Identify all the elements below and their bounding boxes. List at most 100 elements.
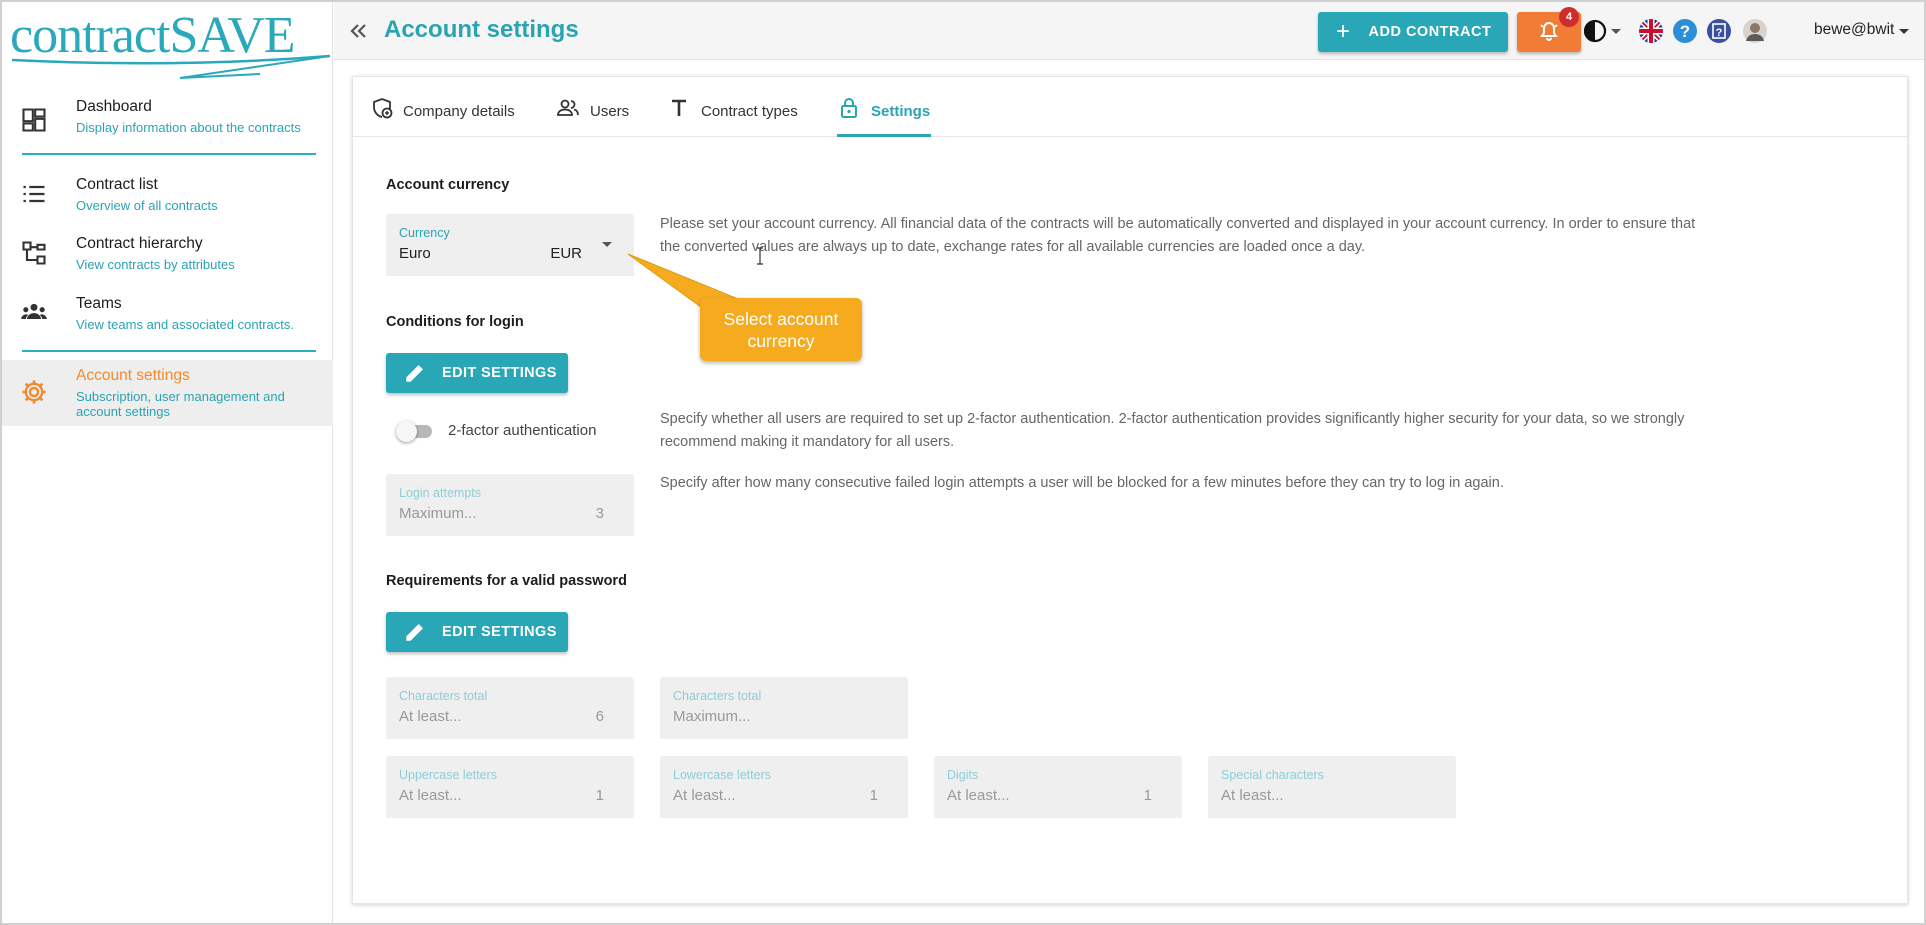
- toggle-knob: [396, 421, 417, 442]
- tab-company-details[interactable]: Company details: [371, 77, 521, 137]
- svg-text:?: ?: [1716, 27, 1723, 39]
- section-title-currency: Account currency: [386, 177, 510, 193]
- users-icon: [557, 99, 579, 116]
- field-value: 1: [869, 787, 878, 804]
- sidebar-item-contract-hierarchy[interactable]: Contract hierarchy View contracts by att…: [2, 227, 333, 289]
- sidebar-item-label: Teams: [76, 295, 122, 312]
- edit-settings-label: EDIT SETTINGS: [442, 365, 557, 381]
- text-cursor-icon: [757, 247, 763, 265]
- currency-label: Currency: [399, 226, 450, 240]
- settings-card: Company details Users Contract types Set…: [352, 76, 1909, 904]
- svg-text:?: ?: [1680, 22, 1690, 41]
- section-title-login: Conditions for login: [386, 314, 524, 330]
- login-attempts-value: 3: [595, 505, 604, 522]
- uppercase-letters-field[interactable]: Uppercase letters At least... 1: [386, 756, 634, 818]
- tab-contract-types[interactable]: Contract types: [667, 77, 817, 137]
- sidebar-item-label: Contract list: [76, 176, 158, 193]
- edit-password-settings-button[interactable]: EDIT SETTINGS: [386, 612, 568, 652]
- tab-label: Company details: [403, 103, 515, 120]
- edit-settings-label: EDIT SETTINGS: [442, 624, 557, 640]
- callout-line2: currency: [747, 331, 815, 351]
- two-factor-label: 2-factor authentication: [448, 422, 597, 439]
- field-value: 1: [595, 787, 604, 804]
- tab-bar: Company details Users Contract types Set…: [353, 77, 1909, 137]
- dropdown-caret-icon: [602, 242, 612, 247]
- pencil-icon: [406, 624, 423, 641]
- sidebar-item-subtitle: Display information about the contracts: [76, 120, 301, 135]
- faq-icon[interactable]: ?: [1706, 18, 1732, 44]
- special-characters-field[interactable]: Special characters At least...: [1208, 756, 1456, 818]
- sidebar-item-subtitle: account settings: [76, 404, 170, 419]
- active-tab-indicator: [837, 134, 931, 137]
- sidebar-item-label: Account settings: [76, 367, 190, 384]
- tab-settings[interactable]: Settings: [837, 77, 931, 137]
- digits-field[interactable]: Digits At least... 1: [934, 756, 1182, 818]
- sidebar-item-subtitle: Subscription, user management and: [76, 389, 285, 404]
- add-contract-label: ADD CONTRACT: [1368, 24, 1492, 40]
- field-label: Lowercase letters: [673, 768, 771, 782]
- company-icon: [373, 98, 393, 119]
- sidebar: contractSAVE Dashboard Display informati…: [2, 2, 333, 923]
- currency-select[interactable]: Currency Euro EUR: [386, 214, 634, 276]
- hierarchy-icon: [22, 241, 46, 265]
- sidebar-divider: [22, 350, 316, 352]
- two-factor-toggle[interactable]: [396, 420, 434, 442]
- tab-label: Settings: [871, 103, 931, 120]
- sidebar-item-teams[interactable]: Teams View teams and associated contract…: [2, 287, 333, 349]
- field-placeholder: At least...: [1221, 787, 1284, 804]
- currency-value: Euro: [399, 245, 431, 262]
- field-label: Characters total: [399, 689, 488, 703]
- text-icon: [672, 99, 686, 116]
- contrast-icon[interactable]: [1584, 18, 1610, 44]
- help-icon[interactable]: ?: [1672, 18, 1698, 44]
- field-label: Special characters: [1221, 768, 1324, 782]
- sidebar-item-account-settings[interactable]: Account settings Subscription, user mana…: [2, 360, 333, 426]
- section-title-password: Requirements for a valid password: [386, 573, 627, 589]
- user-menu-chevron-icon[interactable]: [1899, 29, 1909, 35]
- callout-line1: Select account: [723, 309, 839, 329]
- chevron-down-icon[interactable]: [1611, 29, 1621, 35]
- bell-icon: [1540, 21, 1558, 41]
- field-placeholder: At least...: [399, 708, 462, 725]
- currency-description-line2: the converted values are always up to da…: [660, 239, 1366, 255]
- currency-description-line1: Please set your account currency. All fi…: [660, 216, 1696, 232]
- field-value: 1: [1143, 787, 1152, 804]
- sidebar-item-subtitle: Overview of all contracts: [76, 198, 218, 213]
- uk-flag-icon[interactable]: [1638, 18, 1664, 44]
- edit-login-settings-button[interactable]: EDIT SETTINGS: [386, 353, 568, 393]
- logo[interactable]: contractSAVE: [10, 6, 332, 84]
- login-attempts-field[interactable]: Login attempts Maximum... 3: [386, 474, 634, 536]
- collapse-sidebar-icon[interactable]: [346, 19, 370, 43]
- sidebar-item-subtitle: View teams and associated contracts.: [76, 317, 294, 332]
- max-characters-field[interactable]: Characters total Maximum...: [660, 677, 908, 739]
- logo-swoosh-icon: [11, 54, 331, 79]
- sidebar-item-label: Dashboard: [76, 98, 152, 115]
- avatar[interactable]: [1742, 18, 1768, 44]
- lock-icon: [841, 98, 857, 118]
- top-header: Account settings + ADD CONTRACT 4 ? ? be…: [334, 2, 1924, 60]
- lowercase-letters-field[interactable]: Lowercase letters At least... 1: [660, 756, 908, 818]
- add-contract-button[interactable]: + ADD CONTRACT: [1318, 12, 1508, 52]
- min-characters-field[interactable]: Characters total At least... 6: [386, 677, 634, 739]
- tab-label: Users: [590, 103, 630, 120]
- tab-users[interactable]: Users: [556, 77, 636, 137]
- login-attempts-description: Specify after how many consecutive faile…: [660, 475, 1504, 491]
- gear-icon: [22, 380, 46, 404]
- currency-code: EUR: [550, 245, 582, 262]
- two-factor-description-line1: Specify whether all users are required t…: [660, 411, 1685, 427]
- field-placeholder: At least...: [399, 787, 462, 804]
- field-placeholder: Maximum...: [673, 708, 751, 725]
- field-label: Characters total: [673, 689, 762, 703]
- field-label: Uppercase letters: [399, 768, 497, 782]
- two-factor-description-line2: recommend making it mandatory for all us…: [660, 434, 955, 450]
- sidebar-item-dashboard[interactable]: Dashboard Display information about the …: [2, 90, 333, 152]
- sidebar-item-contract-list[interactable]: Contract list Overview of all contracts: [2, 168, 333, 230]
- notification-badge: 4: [1559, 7, 1579, 27]
- login-attempts-placeholder: Maximum...: [399, 505, 477, 522]
- field-placeholder: At least...: [673, 787, 736, 804]
- list-icon: [23, 185, 45, 203]
- user-name[interactable]: bewe@bwit: [1814, 21, 1894, 39]
- field-placeholder: At least...: [947, 787, 1010, 804]
- dashboard-icon: [22, 108, 46, 132]
- tab-label: Contract types: [701, 103, 798, 120]
